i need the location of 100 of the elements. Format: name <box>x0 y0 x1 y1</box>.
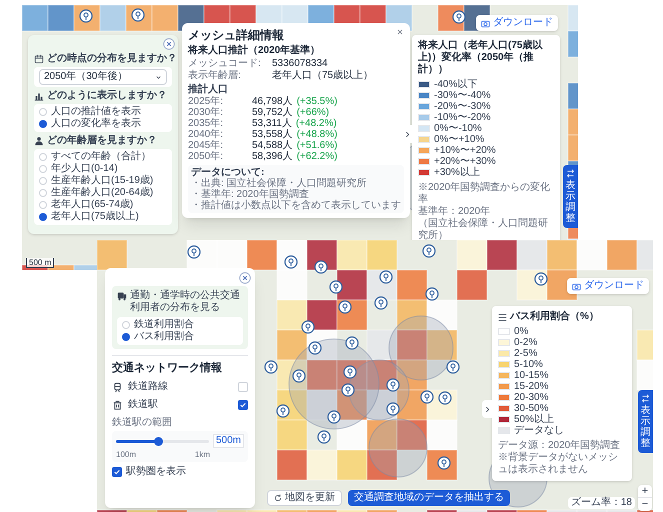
display-settings-button[interactable]: 表示調整 <box>563 165 578 228</box>
year-label: 2035年: <box>188 118 224 129</box>
radio-label[interactable]: 生産年齢人口(20-64歳) <box>51 187 154 199</box>
map-pin-icon[interactable] <box>301 320 315 334</box>
radio-button[interactable] <box>39 213 47 221</box>
radio-button[interactable] <box>39 165 47 173</box>
note-title: データについて: <box>191 167 266 178</box>
map-pin-icon[interactable] <box>338 300 352 314</box>
map-pin-icon[interactable] <box>327 410 341 424</box>
close-button[interactable] <box>163 38 175 50</box>
radio-label[interactable]: 人口の推計値を表示 <box>51 106 141 118</box>
legend-label: 30-50% <box>514 403 548 414</box>
radio-label[interactable]: 老年人口(65-74歳) <box>51 199 134 211</box>
checkbox-label[interactable]: 駅勢圏を表示 <box>126 466 186 478</box>
scale-bar: 500 m <box>26 258 54 268</box>
radio-button[interactable] <box>39 177 47 185</box>
checkbox[interactable] <box>238 400 248 410</box>
extract-data-button[interactable]: 交通調査地域のデータを抽出する <box>348 490 510 506</box>
zoom-in-button[interactable]: + <box>638 485 652 498</box>
legend-label: 15-20% <box>514 381 548 392</box>
population-value: 46,798人 <box>252 96 293 107</box>
check-icon <box>113 468 121 476</box>
radio-button[interactable] <box>122 321 130 329</box>
map-pin-icon[interactable] <box>343 365 357 379</box>
display-settings-button[interactable]: 表示調整 <box>638 390 653 453</box>
map-pin-icon[interactable] <box>292 369 306 383</box>
population-value: 53,558人 <box>252 129 293 140</box>
download-button[interactable]: ダウンロード <box>476 15 558 31</box>
map-pin-icon[interactable] <box>534 272 548 286</box>
radio-label[interactable]: バス利用割合 <box>134 331 194 343</box>
close-button[interactable] <box>396 28 404 36</box>
radio-button[interactable] <box>39 120 47 128</box>
change-rate: (+48.8%) <box>296 129 338 140</box>
map-pin-icon[interactable] <box>425 287 439 301</box>
radio-label[interactable]: 老年人口(75歳以上) <box>51 211 139 223</box>
map-pin-icon[interactable] <box>345 336 359 350</box>
map-pin-icon[interactable] <box>317 430 331 444</box>
map-pin-icon[interactable] <box>341 383 355 397</box>
map-pin-icon[interactable] <box>437 456 451 470</box>
radio-button[interactable] <box>39 201 47 209</box>
field-label: 表示年齢層: <box>188 70 242 81</box>
layer-label: 鉄道駅 <box>128 399 159 411</box>
checkbox[interactable] <box>112 467 122 477</box>
map-pin-icon[interactable] <box>264 360 278 374</box>
checkbox[interactable] <box>238 382 248 392</box>
mesh-cell <box>568 82 578 110</box>
radio-button[interactable] <box>122 333 130 341</box>
mesh-cell <box>396 330 428 360</box>
mesh-cell <box>396 270 428 300</box>
year-dropdown[interactable]: 2050年（30年後） <box>39 69 167 85</box>
download-button[interactable]: ダウンロード <box>567 278 649 294</box>
mesh-cell <box>336 450 368 480</box>
map-pin-icon[interactable] <box>452 10 466 24</box>
legend-label: 10-15% <box>514 370 548 381</box>
radio-label[interactable]: 人口の変化率を表示 <box>51 118 141 130</box>
radio-label[interactable]: 年少人口(0-14) <box>51 163 118 175</box>
zoom-out-button[interactable]: − <box>638 498 652 511</box>
radio-label[interactable]: すべての年齢（合計） <box>51 151 151 163</box>
map-pin-icon[interactable] <box>379 270 393 284</box>
legend-note: （国立社会保障・人口問題研究所） <box>418 218 549 242</box>
map-pin-icon[interactable] <box>187 245 201 259</box>
camera-icon <box>481 18 490 28</box>
map-pin-icon[interactable] <box>314 260 328 274</box>
map-pin-icon[interactable] <box>420 390 434 404</box>
map-pin-icon[interactable] <box>386 402 400 416</box>
radio-button[interactable] <box>39 153 47 161</box>
map-pin-icon[interactable] <box>276 404 290 418</box>
radio-button[interactable] <box>39 189 47 197</box>
mesh-cell <box>336 420 368 450</box>
mesh-cell <box>306 390 338 420</box>
radio-label[interactable]: 鉄道利用割合 <box>134 319 194 331</box>
slider-track[interactable] <box>116 440 209 442</box>
bus-icon <box>117 291 127 301</box>
radio-button[interactable] <box>39 108 47 116</box>
slider-thumb[interactable] <box>154 436 163 446</box>
check-icon <box>239 401 247 409</box>
map-pin-icon[interactable] <box>329 280 343 294</box>
map-pin-icon[interactable] <box>131 8 145 22</box>
zoom-level: ズーム率：18 <box>568 497 635 509</box>
legend-note: 基準年：2020年 <box>418 206 492 218</box>
collapse-button[interactable] <box>482 400 492 418</box>
map-pin-icon[interactable] <box>422 244 436 258</box>
section-heading: どのように表示しますか？ <box>47 90 167 102</box>
refresh-icon <box>274 494 282 502</box>
map-pin-icon[interactable] <box>284 255 298 269</box>
map-pin-icon[interactable] <box>374 296 388 310</box>
radio-label[interactable]: 生産年齢人口(15-19歳) <box>51 175 154 187</box>
map-pin-icon[interactable] <box>446 360 460 374</box>
close-button[interactable] <box>239 272 251 284</box>
map-pin-icon[interactable] <box>79 9 93 23</box>
field-label: メッシュコード: <box>188 58 262 69</box>
mesh-cell <box>276 420 308 450</box>
map-pin-icon[interactable] <box>386 378 400 392</box>
update-map-button[interactable]: 地図を更新 <box>267 490 342 506</box>
map-pin-icon[interactable] <box>438 391 452 405</box>
legend-label: 5-10% <box>514 359 543 370</box>
close-icon <box>239 272 251 284</box>
mesh-cell <box>366 330 398 360</box>
station-icon <box>112 400 123 410</box>
map-pin-icon[interactable] <box>308 341 322 355</box>
